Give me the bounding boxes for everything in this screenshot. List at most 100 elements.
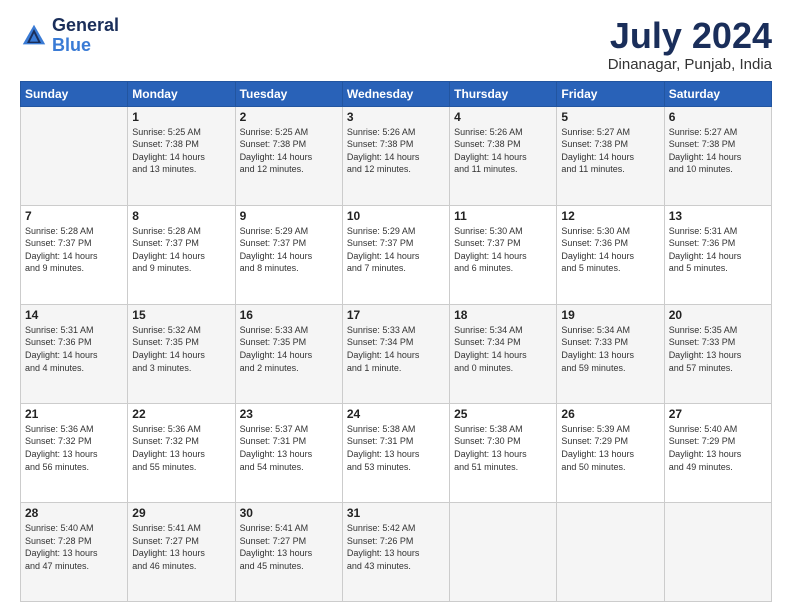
day-number: 4 (454, 110, 552, 124)
calendar-cell (450, 502, 557, 601)
day-info: Sunrise: 5:38 AM Sunset: 7:30 PM Dayligh… (454, 423, 552, 473)
page: General Blue July 2024 Dinanagar, Punjab… (0, 0, 792, 612)
day-info: Sunrise: 5:41 AM Sunset: 7:27 PM Dayligh… (132, 522, 230, 572)
day-number: 5 (561, 110, 659, 124)
day-info: Sunrise: 5:36 AM Sunset: 7:32 PM Dayligh… (25, 423, 123, 473)
calendar-row: 7 Sunrise: 5:28 AM Sunset: 7:37 PM Daylig… (21, 205, 772, 304)
calendar-cell: 13 Sunrise: 5:31 AM Sunset: 7:36 PM Dayli… (664, 205, 771, 304)
calendar-cell: 20 Sunrise: 5:35 AM Sunset: 7:33 PM Dayli… (664, 304, 771, 403)
day-number: 13 (669, 209, 767, 223)
weekday-header: Friday (557, 81, 664, 106)
calendar-row: 28Sunrise: 5:40 AM Sunset: 7:28 PM Dayli… (21, 502, 772, 601)
weekday-header: Sunday (21, 81, 128, 106)
day-number: 25 (454, 407, 552, 421)
calendar-cell: 15 Sunrise: 5:32 AM Sunset: 7:35 PM Dayli… (128, 304, 235, 403)
day-info: Sunrise: 5:26 AM Sunset: 7:38 PM Dayligh… (454, 126, 552, 176)
day-number: 7 (25, 209, 123, 223)
weekday-header: Wednesday (342, 81, 449, 106)
day-info: Sunrise: 5:27 AM Sunset: 7:38 PM Dayligh… (669, 126, 767, 176)
calendar-cell: 5 Sunrise: 5:27 AM Sunset: 7:38 PM Daylig… (557, 106, 664, 205)
calendar-cell: 2Sunrise: 5:25 AM Sunset: 7:38 PM Daylig… (235, 106, 342, 205)
calendar-cell: 10 Sunrise: 5:29 AM Sunset: 7:37 PM Dayli… (342, 205, 449, 304)
day-info: Sunrise: 5:26 AM Sunset: 7:38 PM Dayligh… (347, 126, 445, 176)
day-info: Sunrise: 5:40 AM Sunset: 7:29 PM Dayligh… (669, 423, 767, 473)
calendar-cell: 23Sunrise: 5:37 AM Sunset: 7:31 PM Dayli… (235, 403, 342, 502)
calendar-cell: 27 Sunrise: 5:40 AM Sunset: 7:29 PM Dayli… (664, 403, 771, 502)
calendar-cell: 28Sunrise: 5:40 AM Sunset: 7:28 PM Dayli… (21, 502, 128, 601)
calendar-table: SundayMondayTuesdayWednesdayThursdayFrid… (20, 81, 772, 602)
day-number: 17 (347, 308, 445, 322)
day-number: 22 (132, 407, 230, 421)
day-info: Sunrise: 5:31 AM Sunset: 7:36 PM Dayligh… (669, 225, 767, 275)
day-number: 26 (561, 407, 659, 421)
day-info: Sunrise: 5:39 AM Sunset: 7:29 PM Dayligh… (561, 423, 659, 473)
day-number: 11 (454, 209, 552, 223)
day-number: 1 (132, 110, 230, 124)
day-info: Sunrise: 5:30 AM Sunset: 7:36 PM Dayligh… (561, 225, 659, 275)
calendar-cell: 17 Sunrise: 5:33 AM Sunset: 7:34 PM Dayli… (342, 304, 449, 403)
calendar-cell: 26 Sunrise: 5:39 AM Sunset: 7:29 PM Dayli… (557, 403, 664, 502)
calendar-cell: 12Sunrise: 5:30 AM Sunset: 7:36 PM Dayli… (557, 205, 664, 304)
calendar-cell: 22Sunrise: 5:36 AM Sunset: 7:32 PM Dayli… (128, 403, 235, 502)
day-info: Sunrise: 5:30 AM Sunset: 7:37 PM Dayligh… (454, 225, 552, 275)
calendar-cell: 30Sunrise: 5:41 AM Sunset: 7:27 PM Dayli… (235, 502, 342, 601)
day-number: 18 (454, 308, 552, 322)
day-info: Sunrise: 5:27 AM Sunset: 7:38 PM Dayligh… (561, 126, 659, 176)
location: Dinanagar, Punjab, India (608, 56, 772, 73)
day-info: Sunrise: 5:33 AM Sunset: 7:34 PM Dayligh… (347, 324, 445, 374)
day-info: Sunrise: 5:34 AM Sunset: 7:33 PM Dayligh… (561, 324, 659, 374)
calendar-cell (664, 502, 771, 601)
calendar-cell: 14Sunrise: 5:31 AM Sunset: 7:36 PM Dayli… (21, 304, 128, 403)
calendar-row: 14Sunrise: 5:31 AM Sunset: 7:36 PM Dayli… (21, 304, 772, 403)
day-number: 8 (132, 209, 230, 223)
calendar-cell: 3 Sunrise: 5:26 AM Sunset: 7:38 PM Daylig… (342, 106, 449, 205)
day-number: 28 (25, 506, 123, 520)
day-number: 19 (561, 308, 659, 322)
day-number: 14 (25, 308, 123, 322)
calendar-cell: 7 Sunrise: 5:28 AM Sunset: 7:37 PM Daylig… (21, 205, 128, 304)
day-info: Sunrise: 5:41 AM Sunset: 7:27 PM Dayligh… (240, 522, 338, 572)
day-info: Sunrise: 5:25 AM Sunset: 7:38 PM Dayligh… (240, 126, 338, 176)
weekday-header: Monday (128, 81, 235, 106)
calendar-cell: 31Sunrise: 5:42 AM Sunset: 7:26 PM Dayli… (342, 502, 449, 601)
day-number: 10 (347, 209, 445, 223)
day-info: Sunrise: 5:33 AM Sunset: 7:35 PM Dayligh… (240, 324, 338, 374)
logo-icon (20, 22, 48, 50)
day-info: Sunrise: 5:34 AM Sunset: 7:34 PM Dayligh… (454, 324, 552, 374)
day-number: 27 (669, 407, 767, 421)
day-info: Sunrise: 5:25 AM Sunset: 7:38 PM Dayligh… (132, 126, 230, 176)
day-info: Sunrise: 5:29 AM Sunset: 7:37 PM Dayligh… (347, 225, 445, 275)
calendar-cell: 19 Sunrise: 5:34 AM Sunset: 7:33 PM Dayli… (557, 304, 664, 403)
day-number: 21 (25, 407, 123, 421)
day-number: 15 (132, 308, 230, 322)
calendar-cell: 11 Sunrise: 5:30 AM Sunset: 7:37 PM Dayli… (450, 205, 557, 304)
day-info: Sunrise: 5:32 AM Sunset: 7:35 PM Dayligh… (132, 324, 230, 374)
logo-line1: General (52, 16, 119, 36)
day-number: 6 (669, 110, 767, 124)
day-number: 3 (347, 110, 445, 124)
logo: General Blue (20, 16, 119, 56)
calendar-cell: 18 Sunrise: 5:34 AM Sunset: 7:34 PM Dayli… (450, 304, 557, 403)
calendar-cell: 24 Sunrise: 5:38 AM Sunset: 7:31 PM Dayli… (342, 403, 449, 502)
day-number: 31 (347, 506, 445, 520)
day-number: 20 (669, 308, 767, 322)
calendar-cell: 16 Sunrise: 5:33 AM Sunset: 7:35 PM Dayli… (235, 304, 342, 403)
calendar-cell: 6 Sunrise: 5:27 AM Sunset: 7:38 PM Daylig… (664, 106, 771, 205)
logo-line2: Blue (52, 35, 91, 55)
day-info: Sunrise: 5:38 AM Sunset: 7:31 PM Dayligh… (347, 423, 445, 473)
title-area: July 2024 Dinanagar, Punjab, India (608, 16, 772, 73)
calendar-cell: 8Sunrise: 5:28 AM Sunset: 7:37 PM Daylig… (128, 205, 235, 304)
header: General Blue July 2024 Dinanagar, Punjab… (20, 16, 772, 73)
weekday-header: Saturday (664, 81, 771, 106)
calendar-row: 21 Sunrise: 5:36 AM Sunset: 7:32 PM Dayli… (21, 403, 772, 502)
day-info: Sunrise: 5:35 AM Sunset: 7:33 PM Dayligh… (669, 324, 767, 374)
month-title: July 2024 (608, 16, 772, 56)
logo-text: General Blue (52, 16, 119, 56)
day-info: Sunrise: 5:28 AM Sunset: 7:37 PM Dayligh… (25, 225, 123, 275)
calendar-cell: 29Sunrise: 5:41 AM Sunset: 7:27 PM Dayli… (128, 502, 235, 601)
weekday-header: Tuesday (235, 81, 342, 106)
day-number: 24 (347, 407, 445, 421)
day-number: 16 (240, 308, 338, 322)
calendar-cell: 25 Sunrise: 5:38 AM Sunset: 7:30 PM Dayli… (450, 403, 557, 502)
calendar-header-row: SundayMondayTuesdayWednesdayThursdayFrid… (21, 81, 772, 106)
